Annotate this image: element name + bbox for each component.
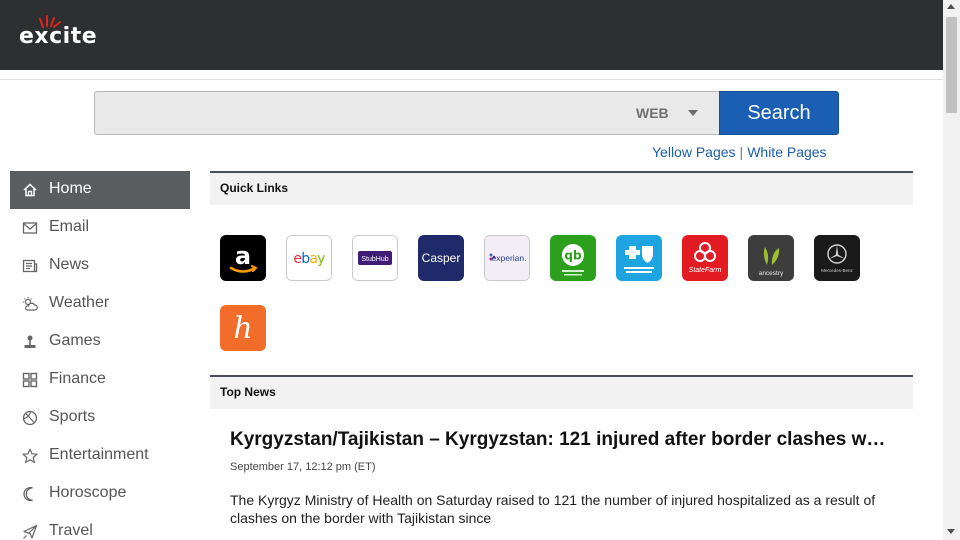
- casper-logo-icon: Casper: [418, 235, 464, 281]
- ball-icon: [22, 410, 38, 426]
- news-timestamp: September 17, 12:12 pm (ET): [230, 461, 376, 473]
- sidebar-item-news[interactable]: News: [10, 247, 190, 285]
- sidebar-item-label: Games: [49, 332, 101, 349]
- sidebar-item-finance[interactable]: Finance: [10, 361, 190, 399]
- sidebar-item-horoscope[interactable]: Horoscope: [10, 475, 190, 513]
- stubhub-logo-text: StubHub: [361, 256, 388, 263]
- envelope-icon: [22, 222, 38, 234]
- casper-logo-text: Casper: [422, 251, 461, 265]
- star-icon: [22, 448, 38, 464]
- sidebar-item-label: Entertainment: [49, 446, 149, 463]
- sidebar-item-label: Travel: [49, 522, 93, 539]
- ebay-logo-icon: ebay: [287, 236, 331, 280]
- honey-logo-text: h: [233, 311, 252, 346]
- quick-link-amazon[interactable]: a: [220, 235, 266, 281]
- chevron-down-icon: [688, 110, 698, 116]
- sidebar-item-sports[interactable]: Sports: [10, 399, 190, 437]
- moon-icon: [23, 486, 33, 502]
- quick-link-bluecross-blueshield[interactable]: [616, 235, 662, 281]
- sidebar-item-label: Weather: [49, 294, 110, 311]
- scroll-up-arrow-icon[interactable]: [947, 4, 955, 9]
- experian-logo-text: experian.: [492, 253, 527, 263]
- home-icon: [23, 183, 37, 197]
- quick-links-header: Quick Links: [210, 171, 913, 205]
- page-scrollbar[interactable]: [943, 0, 960, 540]
- logo-text: excite: [19, 24, 98, 49]
- sidebar-item-weather[interactable]: Weather: [10, 285, 190, 323]
- browser-viewport: excite WEB Search Yellow Pages | White Pag…: [0, 0, 960, 540]
- quick-link-mercedes-benz[interactable]: Mercedes-Benz: [814, 235, 860, 281]
- main-content: Quick Links a ebay StubHub Casper experi…: [210, 171, 913, 526]
- link-separator: |: [739, 144, 744, 160]
- sidebar-item-label: Finance: [49, 370, 106, 387]
- sidebar-item-entertainment[interactable]: Entertainment: [10, 437, 190, 475]
- honey-logo-icon: h: [220, 305, 266, 351]
- site-header: excite: [0, 0, 943, 70]
- quick-links-grid: a ebay StubHub Casper experian. qb State…: [210, 205, 913, 375]
- amazon-logo-text: a: [235, 242, 251, 270]
- quick-link-casper[interactable]: Casper: [418, 235, 464, 281]
- scrollbar-thumb[interactable]: [946, 17, 957, 113]
- news-headline-link[interactable]: Kyrgyzstan/Tajikistan – Kyrgyzstan: 121 …: [230, 429, 890, 451]
- sidebar-item-label: Horoscope: [49, 484, 127, 501]
- stubhub-logo-icon: StubHub: [353, 236, 397, 280]
- sidebar-item-games[interactable]: Games: [10, 323, 190, 361]
- yellow-pages-link[interactable]: Yellow Pages: [652, 144, 736, 160]
- sun-cloud-icon: [23, 297, 38, 311]
- sidebar-nav: Home Email News Weather Games Finance Sp…: [10, 171, 190, 540]
- white-pages-link[interactable]: White Pages: [747, 144, 826, 160]
- sidebar-item-label: Sports: [49, 408, 96, 425]
- plane-icon: [23, 524, 38, 539]
- sidebar-item-label: Email: [49, 218, 90, 235]
- joystick-icon: [24, 335, 36, 348]
- directory-links: Yellow Pages | White Pages: [652, 144, 827, 162]
- newspaper-icon: [22, 259, 38, 273]
- search-scope-label: WEB: [636, 105, 669, 121]
- news-summary: The Kyrgyz Ministry of Health on Saturda…: [230, 492, 876, 526]
- state-farm-logo-icon: StateFarm: [682, 235, 728, 281]
- quick-link-ebay[interactable]: ebay: [286, 235, 332, 281]
- search-input[interactable]: [105, 98, 605, 128]
- sidebar-item-label: Home: [49, 180, 92, 197]
- sidebar-item-email[interactable]: Email: [10, 209, 190, 247]
- amazon-logo-icon: a: [220, 235, 266, 281]
- quick-link-experian[interactable]: experian.: [484, 235, 530, 281]
- quickbooks-logo-text: qb: [564, 249, 582, 263]
- svg-text:ebay: ebay: [293, 251, 325, 267]
- top-news-header: Top News: [210, 375, 913, 409]
- grid-icon: [22, 372, 38, 388]
- quickbooks-logo-icon: qb: [550, 235, 596, 281]
- mercedes-benz-logo-text: Mercedes-Benz: [821, 268, 853, 273]
- quick-link-stubhub[interactable]: StubHub: [352, 235, 398, 281]
- quick-link-honey[interactable]: h: [220, 305, 266, 351]
- quick-link-quickbooks[interactable]: qb: [550, 235, 596, 281]
- sidebar-item-home[interactable]: Home: [10, 171, 190, 209]
- search-scope-dropdown[interactable]: WEB: [636, 105, 708, 123]
- bluecross-blueshield-logo-icon: [616, 235, 662, 281]
- sidebar-item-travel[interactable]: Travel: [10, 513, 190, 540]
- ancestry-logo-icon: ancestry: [748, 235, 794, 281]
- state-farm-logo-text: StateFarm: [689, 267, 722, 274]
- quick-link-state-farm[interactable]: StateFarm: [682, 235, 728, 281]
- excite-logo[interactable]: excite: [19, 14, 103, 54]
- sidebar-item-label: News: [49, 256, 90, 273]
- mercedes-benz-logo-icon: Mercedes-Benz: [814, 235, 860, 281]
- scroll-down-arrow-icon[interactable]: [947, 529, 955, 534]
- experian-logo-icon: experian.: [485, 236, 529, 280]
- header-divider: [0, 79, 943, 80]
- quick-link-ancestry[interactable]: ancestry: [748, 235, 794, 281]
- search-button[interactable]: Search: [719, 91, 839, 135]
- ancestry-logo-text: ancestry: [759, 270, 784, 277]
- search-bar: [94, 91, 720, 135]
